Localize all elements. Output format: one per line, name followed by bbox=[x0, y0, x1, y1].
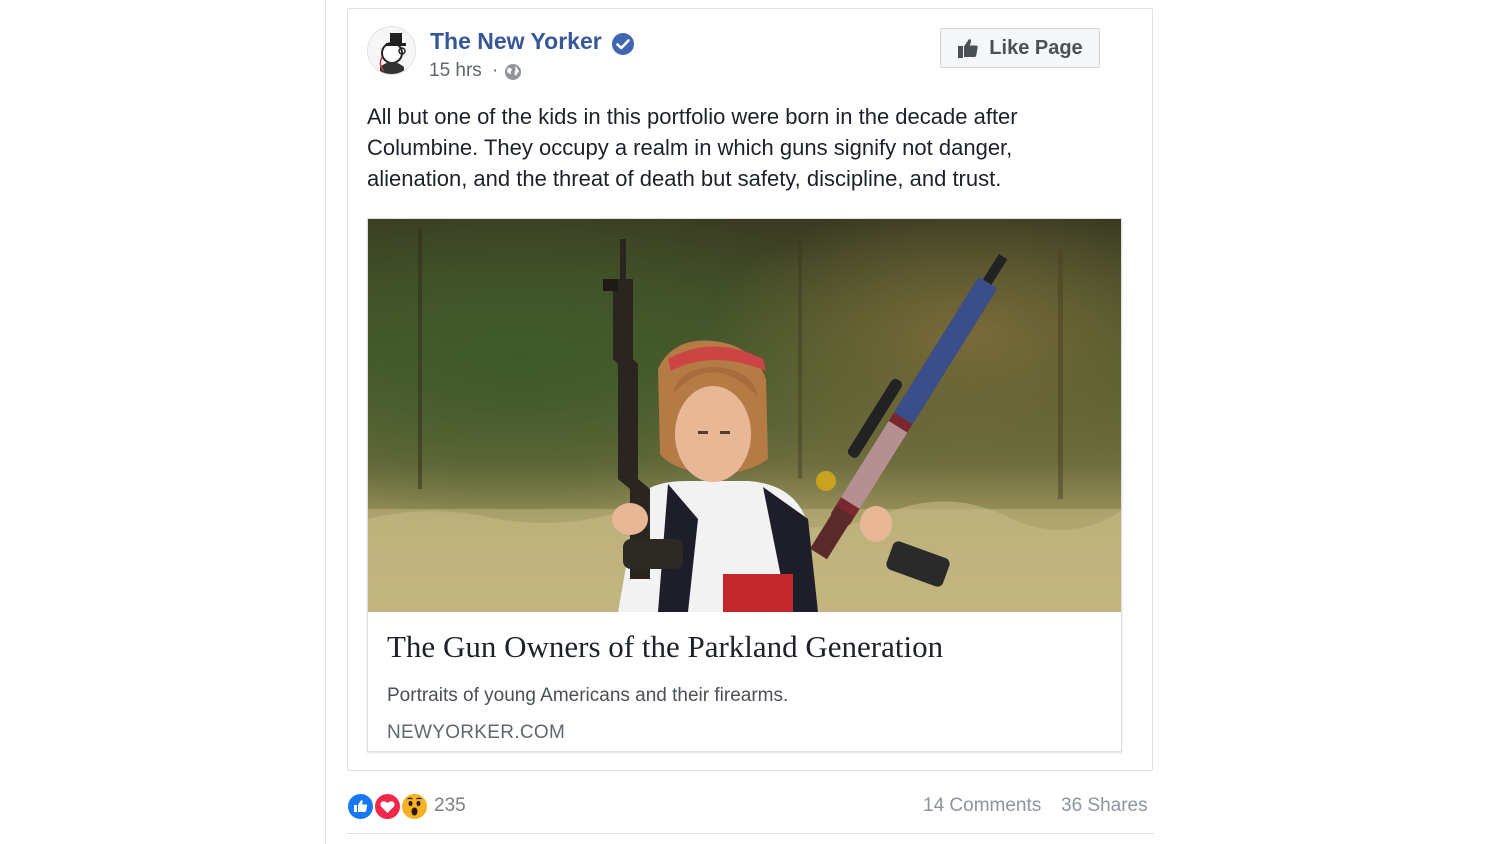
verified-badge-icon bbox=[612, 33, 634, 55]
feed-column-divider bbox=[325, 0, 326, 844]
comments-count-link[interactable]: 14 Comments bbox=[923, 795, 1041, 817]
link-domain: NEWYORKER.COM bbox=[387, 722, 566, 743]
thumbs-up-icon bbox=[958, 39, 978, 58]
globe-icon[interactable] bbox=[504, 63, 522, 81]
link-title[interactable]: The Gun Owners of the Parkland Generatio… bbox=[387, 629, 943, 665]
reaction-count[interactable]: 235 bbox=[434, 795, 466, 817]
article-photo[interactable] bbox=[368, 219, 1121, 612]
post-timestamp[interactable]: 15 hrs bbox=[429, 60, 482, 82]
wow-reaction-icon[interactable] bbox=[401, 793, 428, 820]
link-preview[interactable]: The Gun Owners of the Parkland Generatio… bbox=[367, 218, 1122, 752]
page-name-link[interactable]: The New Yorker bbox=[430, 28, 602, 55]
link-description: Portraits of young Americans and their f… bbox=[387, 685, 789, 706]
post-card: The New Yorker 15 hrs · Like Page All bu… bbox=[347, 8, 1153, 771]
meta-separator: · bbox=[492, 60, 499, 81]
like-reaction-icon[interactable] bbox=[347, 793, 374, 820]
love-reaction-icon[interactable] bbox=[374, 793, 401, 820]
post-text: All but one of the kids in this portfoli… bbox=[367, 104, 1018, 191]
engagement-divider bbox=[347, 833, 1154, 834]
like-page-button[interactable]: Like Page bbox=[940, 28, 1100, 68]
like-page-label: Like Page bbox=[989, 36, 1083, 59]
shares-count-link[interactable]: 36 Shares bbox=[1061, 795, 1148, 817]
page-avatar[interactable] bbox=[367, 26, 416, 75]
